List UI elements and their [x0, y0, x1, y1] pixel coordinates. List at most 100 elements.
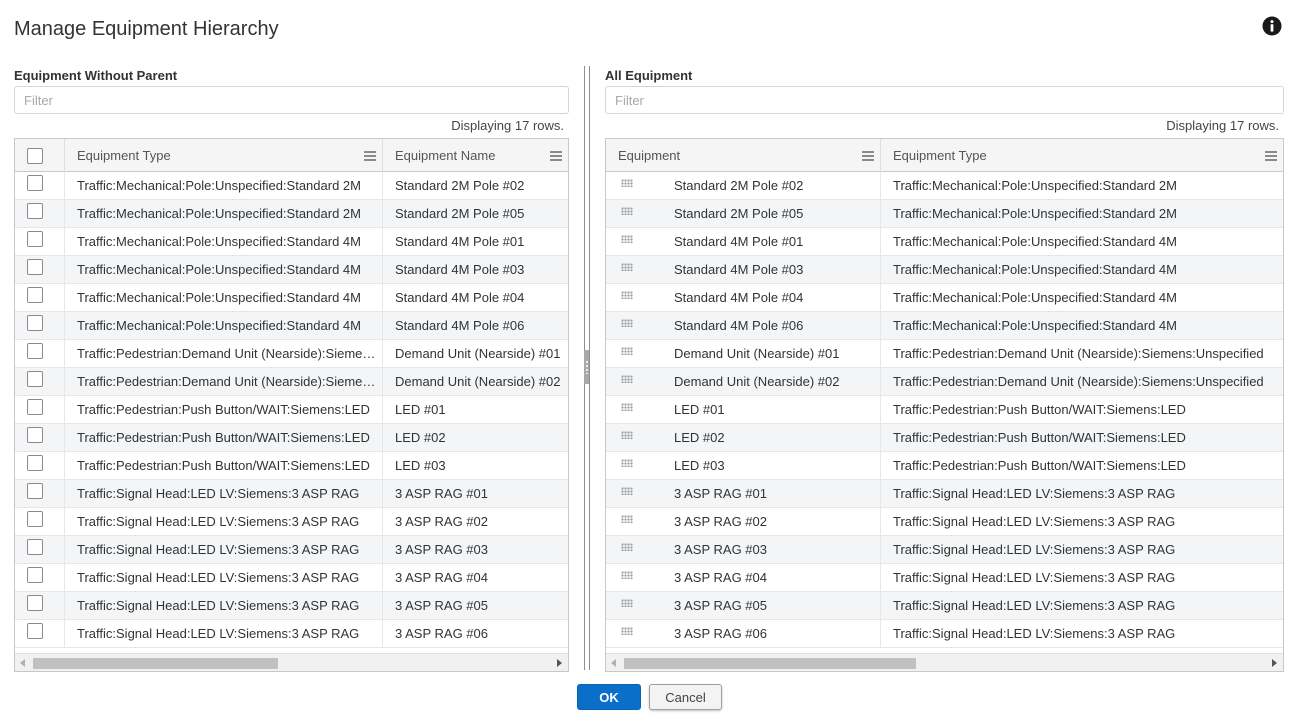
table-row[interactable]: Standard 4M Pole #03 Traffic:Mechanical:P…: [606, 256, 1283, 284]
select-all-checkbox[interactable]: [27, 147, 43, 164]
table-row[interactable]: Traffic:Mechanical:Pole:Unspecified:Stan…: [15, 172, 568, 200]
table-row[interactable]: LED #01 Traffic:Pedestrian:Push Button/WA…: [606, 396, 1283, 424]
table-row[interactable]: Standard 4M Pole #04 Traffic:Mechanical:P…: [606, 284, 1283, 312]
table-row[interactable]: Demand Unit (Nearside) #02 Traffic:Pedest…: [606, 368, 1283, 396]
row-checkbox[interactable]: [27, 482, 43, 499]
row-checkbox[interactable]: [27, 426, 43, 443]
table-row[interactable]: Traffic:Signal Head:LED LV:Siemens:3 ASP…: [15, 480, 568, 508]
table-row[interactable]: Traffic:Mechanical:Pole:Unspecified:Stan…: [15, 284, 568, 312]
drag-handle-icon[interactable]: [621, 207, 633, 215]
table-row[interactable]: Traffic:Pedestrian:Push Button/WAIT:Siem…: [15, 452, 568, 480]
column-menu-icon[interactable]: [1265, 151, 1277, 161]
table-row[interactable]: Traffic:Pedestrian:Push Button/WAIT:Siem…: [15, 396, 568, 424]
row-checkbox[interactable]: [27, 510, 43, 527]
table-row[interactable]: 3 ASP RAG #05 Traffic:Signal Head:LED LV:…: [606, 592, 1283, 620]
drag-handle-icon[interactable]: [621, 319, 633, 327]
cell-equipment-name: LED #01: [395, 402, 446, 417]
table-row[interactable]: Traffic:Mechanical:Pole:Unspecified:Stan…: [15, 200, 568, 228]
table-row[interactable]: Standard 2M Pole #02 Traffic:Mechanical:P…: [606, 172, 1283, 200]
row-checkbox[interactable]: [27, 286, 43, 303]
scroll-right-arrow-icon[interactable]: [1272, 659, 1277, 667]
drag-handle-icon[interactable]: [621, 347, 633, 355]
row-checkbox[interactable]: [27, 370, 43, 387]
column-menu-icon[interactable]: [364, 151, 376, 161]
drag-handle-icon[interactable]: [621, 403, 633, 411]
row-checkbox[interactable]: [27, 454, 43, 471]
row-checkbox[interactable]: [27, 174, 43, 191]
table-row[interactable]: 3 ASP RAG #01 Traffic:Signal Head:LED LV:…: [606, 480, 1283, 508]
table-row[interactable]: 3 ASP RAG #03 Traffic:Signal Head:LED LV:…: [606, 536, 1283, 564]
table-row[interactable]: Traffic:Mechanical:Pole:Unspecified:Stan…: [15, 228, 568, 256]
table-row[interactable]: Traffic:Signal Head:LED LV:Siemens:3 ASP…: [15, 536, 568, 564]
scroll-right-arrow-icon[interactable]: [557, 659, 562, 667]
column-header-label: Equipment Type: [893, 148, 987, 163]
table-row[interactable]: LED #02 Traffic:Pedestrian:Push Button/WA…: [606, 424, 1283, 452]
row-checkbox[interactable]: [27, 314, 43, 331]
table-row[interactable]: Traffic:Pedestrian:Demand Unit (Nearside…: [15, 340, 568, 368]
column-header-equipment[interactable]: Equipment: [606, 139, 881, 172]
table-row[interactable]: Traffic:Pedestrian:Demand Unit (Nearside…: [15, 368, 568, 396]
panel-splitter[interactable]: [583, 66, 591, 670]
cell-equipment-label: Standard 4M Pole #06: [674, 318, 804, 333]
splitter-grip-icon[interactable]: [584, 350, 590, 384]
row-checkbox[interactable]: [27, 258, 43, 275]
scrollbar-thumb[interactable]: [624, 658, 916, 669]
table-row[interactable]: Traffic:Signal Head:LED LV:Siemens:3 ASP…: [15, 592, 568, 620]
info-icon[interactable]: [1262, 16, 1282, 36]
drag-handle-icon[interactable]: [621, 515, 633, 523]
column-menu-icon[interactable]: [862, 151, 874, 161]
table-row[interactable]: Demand Unit (Nearside) #01 Traffic:Pedest…: [606, 340, 1283, 368]
cell-equipment: Demand Unit (Nearside) #02: [606, 368, 881, 396]
drag-handle-icon[interactable]: [621, 431, 633, 439]
row-checkbox[interactable]: [27, 566, 43, 583]
row-checkbox[interactable]: [27, 594, 43, 611]
table-row[interactable]: 3 ASP RAG #02 Traffic:Signal Head:LED LV:…: [606, 508, 1283, 536]
column-menu-icon[interactable]: [550, 151, 562, 161]
table-row[interactable]: Traffic:Pedestrian:Push Button/WAIT:Siem…: [15, 424, 568, 452]
scrollbar-thumb[interactable]: [33, 658, 278, 669]
table-row[interactable]: Traffic:Mechanical:Pole:Unspecified:Stan…: [15, 256, 568, 284]
table-row[interactable]: Traffic:Mechanical:Pole:Unspecified:Stan…: [15, 312, 568, 340]
drag-handle-icon[interactable]: [621, 627, 633, 635]
cell-equipment-type: Traffic:Signal Head:LED LV:Siemens:3 ASP…: [893, 486, 1176, 501]
table-row[interactable]: Standard 2M Pole #05 Traffic:Mechanical:P…: [606, 200, 1283, 228]
cell-equipment-name: Standard 2M Pole #05: [395, 206, 525, 221]
ok-button[interactable]: OK: [577, 684, 641, 710]
drag-handle-icon[interactable]: [621, 291, 633, 299]
table-row[interactable]: Standard 4M Pole #06 Traffic:Mechanical:P…: [606, 312, 1283, 340]
row-select-cell: [15, 172, 65, 200]
horizontal-scrollbar[interactable]: [606, 653, 1283, 671]
scroll-left-arrow-icon[interactable]: [20, 659, 25, 667]
table-row[interactable]: Traffic:Signal Head:LED LV:Siemens:3 ASP…: [15, 620, 568, 648]
row-checkbox[interactable]: [27, 202, 43, 219]
scroll-left-arrow-icon[interactable]: [611, 659, 616, 667]
drag-handle-icon[interactable]: [621, 543, 633, 551]
row-checkbox[interactable]: [27, 398, 43, 415]
row-checkbox[interactable]: [27, 230, 43, 247]
cell-equipment: Demand Unit (Nearside) #01: [606, 340, 881, 368]
drag-handle-icon[interactable]: [621, 235, 633, 243]
table-row[interactable]: Traffic:Signal Head:LED LV:Siemens:3 ASP…: [15, 564, 568, 592]
horizontal-scrollbar[interactable]: [15, 653, 568, 671]
table-row[interactable]: Traffic:Signal Head:LED LV:Siemens:3 ASP…: [15, 508, 568, 536]
drag-handle-icon[interactable]: [621, 571, 633, 579]
table-row[interactable]: 3 ASP RAG #06 Traffic:Signal Head:LED LV:…: [606, 620, 1283, 648]
filter-input[interactable]: [14, 86, 569, 114]
row-checkbox[interactable]: [27, 538, 43, 555]
table-row[interactable]: LED #03 Traffic:Pedestrian:Push Button/WA…: [606, 452, 1283, 480]
drag-handle-icon[interactable]: [621, 459, 633, 467]
drag-handle-icon[interactable]: [621, 263, 633, 271]
drag-handle-icon[interactable]: [621, 179, 633, 187]
drag-handle-icon[interactable]: [621, 487, 633, 495]
filter-input[interactable]: [605, 86, 1284, 114]
row-checkbox[interactable]: [27, 622, 43, 639]
column-header-equipment-type[interactable]: Equipment Type: [65, 139, 383, 172]
drag-handle-icon[interactable]: [621, 375, 633, 383]
drag-handle-icon[interactable]: [621, 599, 633, 607]
table-row[interactable]: 3 ASP RAG #04 Traffic:Signal Head:LED LV:…: [606, 564, 1283, 592]
row-checkbox[interactable]: [27, 342, 43, 359]
table-row[interactable]: Standard 4M Pole #01 Traffic:Mechanical:P…: [606, 228, 1283, 256]
column-header-equipment-type[interactable]: Equipment Type: [881, 139, 1283, 172]
cancel-button[interactable]: Cancel: [649, 684, 722, 710]
column-header-equipment-name[interactable]: Equipment Name: [383, 139, 568, 172]
